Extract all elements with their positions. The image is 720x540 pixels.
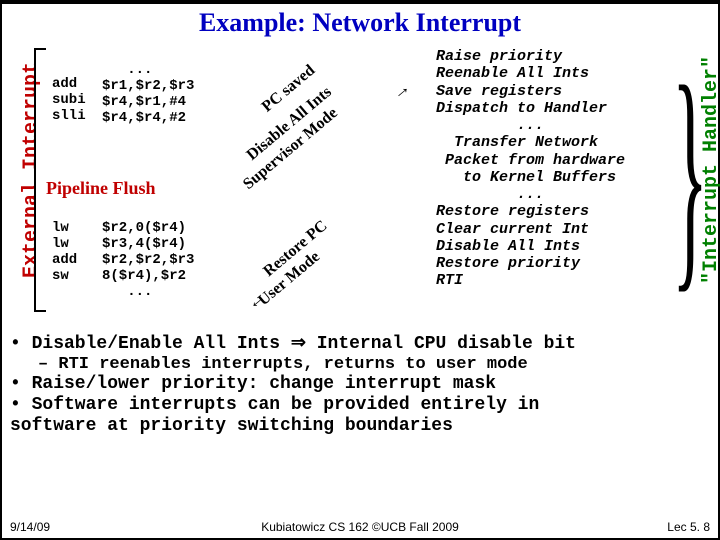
bullet-item: • Disable/Enable All Ints ⇒ Internal CPU…	[10, 334, 710, 355]
handler-line: Restore priority	[436, 255, 688, 272]
arrow-right-icon: →	[387, 77, 414, 105]
slide: Example: Network Interrupt External Inte…	[0, 0, 720, 540]
main-area: External Interrupt "Interrupt Handler" a…	[2, 40, 718, 350]
code-block-1-args: ... $r1,$r2,$r3 $r4,$r1,#4 $r4,$r4,#2	[102, 62, 194, 126]
handler-line: RTI	[436, 272, 688, 289]
handler-line: Dispatch to Handler	[436, 100, 688, 117]
handler-line: Packet from hardware	[436, 152, 688, 169]
code-block-1-ops: add subi slli	[52, 76, 86, 124]
handler-line: to Kernel Buffers	[436, 169, 688, 186]
handler-line: Transfer Network	[436, 134, 688, 151]
right-brace-icon: }	[672, 50, 708, 300]
handler-line: Restore registers	[436, 203, 688, 220]
handler-line: ...	[436, 117, 688, 134]
handler-line: Disable All Ints	[436, 238, 688, 255]
bullet-list: • Disable/Enable All Ints ⇒ Internal CPU…	[10, 334, 710, 436]
left-bracket-icon	[34, 48, 46, 312]
handler-line: Clear current Int	[436, 221, 688, 238]
handler-line: ...	[436, 186, 688, 203]
pipeline-flush-label: Pipeline Flush	[46, 178, 156, 199]
footer-center: Kubiatowicz CS 162 ©UCB Fall 2009	[10, 520, 710, 534]
bullet-item: • Raise/lower priority: change interrupt…	[10, 374, 710, 395]
bullet-item: software at priority switching boundarie…	[10, 416, 710, 437]
footer-page: Lec 5. 8	[667, 520, 710, 534]
handler-line: Save registers	[436, 83, 688, 100]
bullet-sub-item: – RTI reenables interrupts, returns to u…	[38, 355, 710, 375]
handler-line: Reenable All Ints	[436, 65, 688, 82]
code-block-2-ops: lw lw add sw	[52, 220, 77, 284]
code-block-2-args: $r2,0($r4) $r3,4($r4) $r2,$r2,$r3 8($r4)…	[102, 220, 194, 300]
handler-steps: Raise priority Reenable All Ints Save re…	[436, 48, 688, 290]
bullet-item: • Software interrupts can be provided en…	[10, 395, 710, 416]
slide-title: Example: Network Interrupt	[2, 8, 718, 38]
handler-line: Raise priority	[436, 48, 688, 65]
